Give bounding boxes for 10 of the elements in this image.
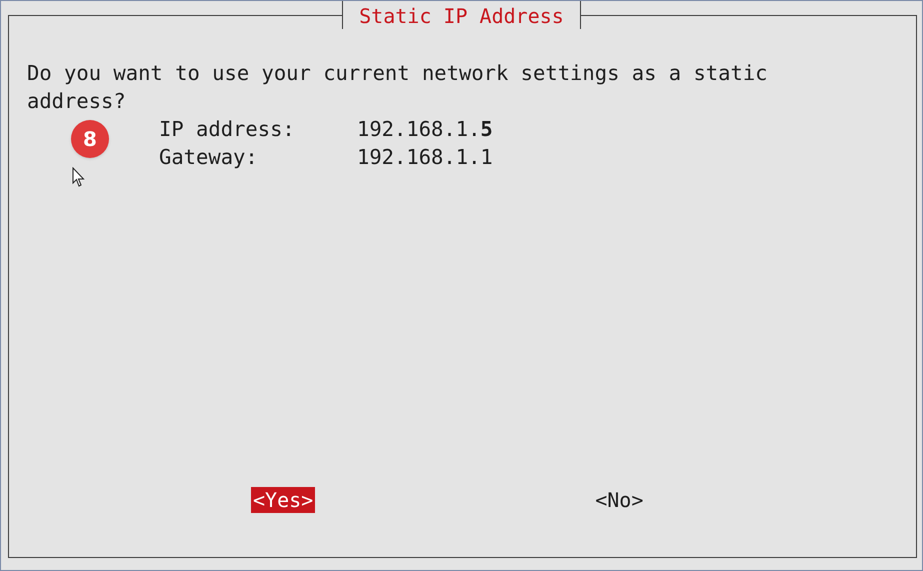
dialog-button[interactable]: <No> [593,487,646,513]
dialog-button[interactable]: <Yes> [251,487,316,513]
field-value: 192.168.1.5 [357,116,493,143]
dialog-message: Do you want to use your current network settings as a static address? [27,60,769,115]
field-label: Gateway: [159,144,259,171]
field-value: 192.168.1.1 [357,144,493,171]
pointer-icon [72,167,85,187]
field-label: IP address: [159,116,296,143]
dialog-title: Static IP Address [342,1,581,29]
step-badge: 8 [71,120,109,158]
